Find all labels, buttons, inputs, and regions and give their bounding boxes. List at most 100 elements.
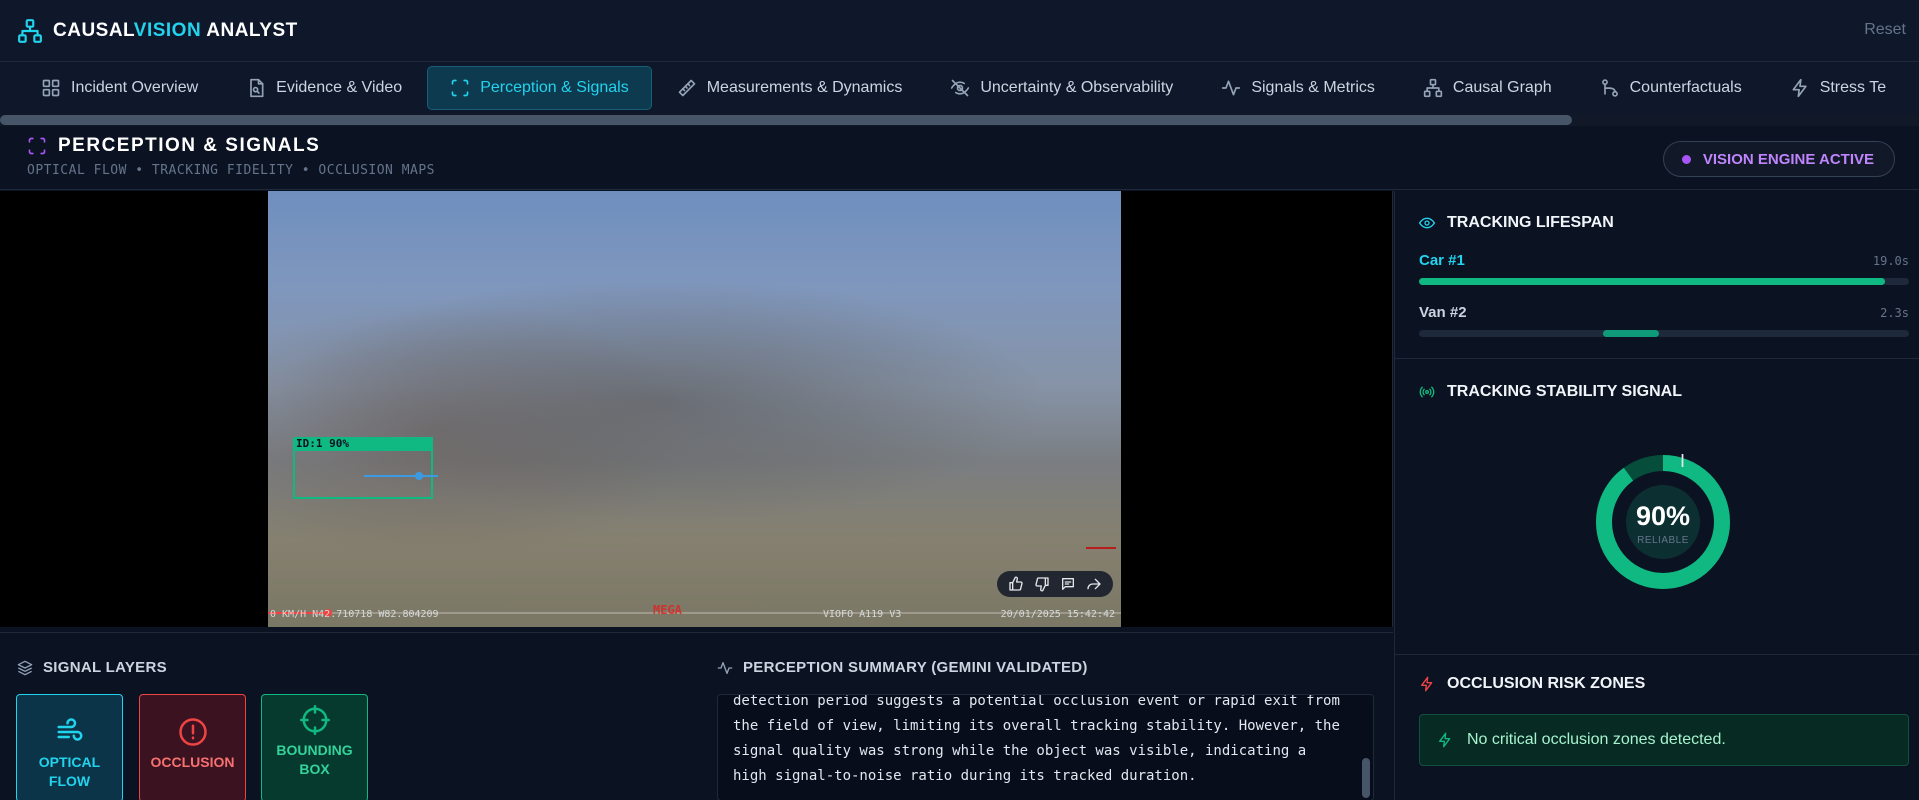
occlusion-risk-title: OCCLUSION RISK ZONES — [1419, 675, 1645, 693]
tab-bar: Incident Overview Evidence & Video Percept… — [0, 62, 1919, 114]
tab-uncertainty-observability[interactable]: Uncertainty & Observability — [927, 66, 1196, 110]
file-search-icon — [250, 78, 264, 98]
stability-gauge: 90% RELIABLE — [1590, 449, 1736, 595]
page-title-text: PERCEPTION & SIGNALS — [58, 135, 321, 156]
occlusion-message-text: No critical occlusion zones detected. — [1467, 731, 1726, 748]
text-cursor-icon: I — [1680, 451, 1686, 471]
radio-signal-icon — [1419, 386, 1435, 398]
track-lifespan-fill — [1602, 330, 1660, 337]
tab-label: Counterfactuals — [1629, 79, 1742, 96]
engine-status-text: VISION ENGINE ACTIVE — [1702, 150, 1874, 168]
osd-speed-gps: 0 KM/H N42.710718 W82.804209 — [270, 609, 439, 620]
tab-stress-te[interactable]: Stress Te — [1767, 66, 1909, 110]
tracking-stability-title-text: TRACKING STABILITY SIGNAL — [1447, 383, 1682, 400]
stability-value: 90% — [1635, 501, 1691, 531]
layer-toggle-occlusion[interactable]: OCCLUSION — [139, 694, 246, 800]
right-sidebar: TRACKING LIFESPAN Car #1 19.0s Van #2 2.… — [1394, 191, 1919, 800]
layer-label: OPTICAL FLOW — [38, 754, 101, 789]
app-header: CAUSALVISION ANALYST Reset — [0, 0, 1919, 62]
share-icon[interactable] — [1083, 573, 1105, 595]
perception-summary-title-text: PERCEPTION SUMMARY (GEMINI VALIDATED) — [743, 659, 1088, 676]
engine-status-badge: VISION ENGINE ACTIVE — [1662, 141, 1895, 177]
comment-icon[interactable] — [1057, 573, 1079, 595]
ruler-icon — [678, 79, 696, 97]
alert-circle-icon — [178, 718, 207, 746]
tracking-lifespan-title-text: TRACKING LIFESPAN — [1447, 214, 1614, 231]
perception-summary-text: detection period suggests a potential oc… — [733, 694, 1340, 784]
occlusion-risk-panel: OCCLUSION RISK ZONES No critical occlusi… — [1395, 655, 1919, 800]
page-subtitle: OPTICAL FLOW • TRACKING FIDELITY • OCCLU… — [27, 163, 436, 178]
thumbs-down-icon[interactable] — [1031, 573, 1053, 595]
track-lifespan-bar — [1419, 278, 1909, 285]
section-header: PERCEPTION & SIGNALS OPTICAL FLOW • TRAC… — [0, 126, 1919, 190]
tab-list: Incident Overview Evidence & Video Percept… — [0, 62, 1919, 114]
tab-perception-signals[interactable]: Perception & Signals — [427, 66, 652, 110]
bottom-panels: SIGNAL LAYERS OPTICAL FLOW OCCLUSION BOU… — [0, 632, 1393, 800]
stability-label: RELIABLE — [1637, 535, 1689, 546]
tab-causal-graph[interactable]: Causal Graph — [1400, 66, 1575, 110]
video-player[interactable]: ID:1 90% 0 KM/H N42.710718 W82.804209 ME… — [0, 191, 1393, 627]
summary-scrollbar[interactable] — [1362, 758, 1370, 798]
wind-icon — [57, 718, 82, 741]
tab-scrollbar-thumb[interactable] — [0, 115, 1572, 125]
tab-label: Perception & Signals — [480, 79, 629, 96]
tab-label: Stress Te — [1819, 79, 1887, 96]
tracking-lifespan-title: TRACKING LIFESPAN — [1419, 214, 1614, 232]
tab-label: Evidence & Video — [276, 79, 403, 96]
layer-toggle-optical-flow[interactable]: OPTICAL FLOW — [16, 694, 123, 800]
track-name: Van #2 — [1419, 304, 1467, 321]
track-lifespan-bar — [1419, 330, 1909, 337]
occlusion-risk-title-text: OCCLUSION RISK ZONES — [1447, 675, 1646, 692]
occlusion-marker — [1086, 547, 1116, 549]
activity-icon — [717, 661, 733, 674]
scan-icon — [451, 79, 469, 97]
track-lifespan-fill — [1419, 278, 1885, 285]
video-frame[interactable]: ID:1 90% 0 KM/H N42.710718 W82.804209 ME… — [268, 191, 1121, 627]
tracking-stability-title: TRACKING STABILITY SIGNAL — [1419, 383, 1682, 401]
tab-label: Causal Graph — [1452, 79, 1552, 96]
optical-flow-point — [415, 472, 423, 480]
branch-icon — [1601, 79, 1618, 97]
tab-label: Uncertainty & Observability — [980, 79, 1174, 96]
track-duration: 19.0s — [1872, 254, 1909, 268]
tab-signals-metrics[interactable]: Signals & Metrics — [1198, 66, 1398, 110]
video-actions — [997, 571, 1113, 597]
signal-layers-title: SIGNAL LAYERS — [17, 659, 167, 676]
perception-summary-box[interactable]: detection period suggests a potential oc… — [717, 694, 1374, 800]
layers-icon — [17, 660, 33, 675]
zap-icon — [1792, 78, 1807, 98]
osd-timestamp: 20/01/2025 15:42:42 — [1000, 609, 1115, 620]
tab-label: Incident Overview — [71, 79, 199, 96]
grid-icon — [42, 79, 60, 97]
page-title: PERCEPTION & SIGNALS — [27, 135, 320, 157]
bounding-box-label: ID:1 90% — [293, 437, 433, 451]
tab-evidence-video[interactable]: Evidence & Video — [223, 66, 425, 110]
tab-counterfactuals[interactable]: Counterfactuals — [1577, 66, 1765, 110]
activity-icon — [1222, 80, 1241, 96]
layer-label: OCCLUSION — [150, 754, 235, 770]
layer-label: BOUNDING BOX — [276, 742, 353, 777]
track-name: Car #1 — [1419, 252, 1465, 269]
zap-icon — [1421, 676, 1433, 692]
tracking-lifespan-panel: TRACKING LIFESPAN Car #1 19.0s Van #2 2.… — [1395, 191, 1919, 359]
tracking-stability-panel: TRACKING STABILITY SIGNAL 90% RELIABLE I — [1395, 359, 1919, 655]
signal-layers-title-text: SIGNAL LAYERS — [43, 659, 167, 676]
tab-measurements-dynamics[interactable]: Measurements & Dynamics — [654, 66, 926, 110]
track-duration: 2.3s — [1880, 306, 1909, 320]
tab-incident-overview[interactable]: Incident Overview — [18, 66, 221, 110]
occlusion-status-message: No critical occlusion zones detected. — [1419, 714, 1909, 766]
zap-icon — [1439, 732, 1451, 748]
status-dot-icon — [1681, 154, 1691, 164]
tab-scrollbar[interactable] — [0, 114, 1919, 126]
app-title: CAUSALVISION ANALYST — [53, 19, 298, 41]
network-icon — [1423, 78, 1443, 98]
eye-icon — [1419, 217, 1435, 229]
thumbs-up-icon[interactable] — [1005, 573, 1027, 595]
bounding-box: ID:1 90% — [293, 437, 433, 499]
tab-label: Measurements & Dynamics — [706, 79, 903, 96]
layer-toggle-bounding-box[interactable]: BOUNDING BOX — [261, 694, 368, 800]
network-icon — [18, 18, 42, 43]
reset-button[interactable]: Reset — [1864, 21, 1906, 39]
tab-label: Signals & Metrics — [1251, 79, 1375, 96]
osd-brand: MEGA — [653, 603, 682, 617]
